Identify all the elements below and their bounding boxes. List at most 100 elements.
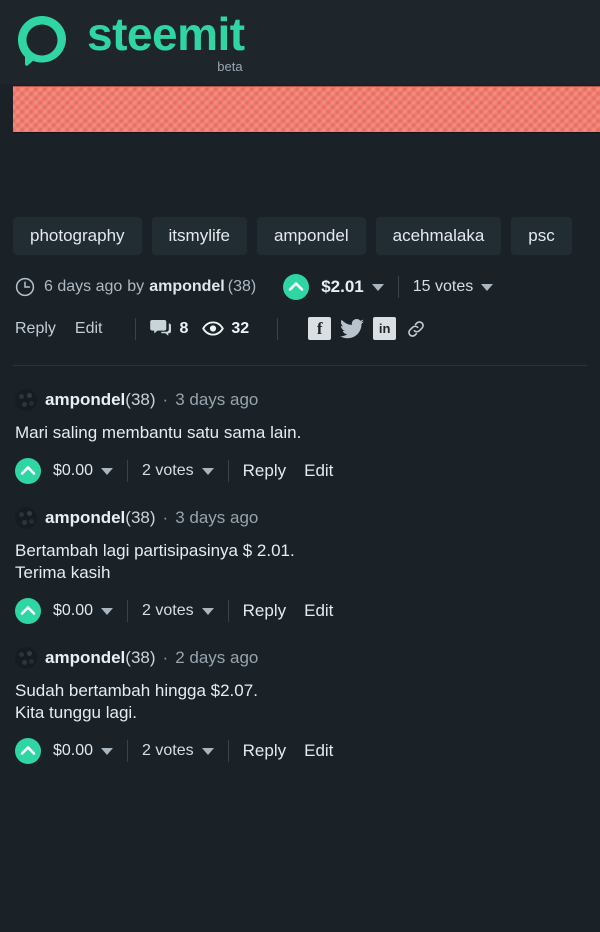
comment-header: ampondel (38) · 3 days ago	[15, 507, 600, 530]
comment-timestamp[interactable]: 3 days ago	[175, 390, 258, 410]
comment-timestamp[interactable]: 3 days ago	[175, 508, 258, 528]
chevron-down-icon[interactable]	[101, 607, 114, 615]
linkedin-icon[interactable]: in	[373, 317, 397, 340]
eye-icon	[202, 321, 225, 336]
comment-actions: Reply Edit	[243, 741, 334, 761]
post-cover-image	[13, 86, 600, 133]
post-upvote-button[interactable]	[283, 274, 310, 300]
comment-item: ampondel (38) · 3 days ago Bertambah lag…	[0, 484, 600, 625]
post-tag[interactable]: psc	[511, 217, 572, 255]
post-cover-wrapper	[0, 84, 600, 146]
action-separator	[277, 317, 279, 340]
app-header: steemit beta	[0, 0, 600, 84]
comment-header: ampondel (38) · 2 days ago	[15, 647, 600, 670]
comment-vote-count[interactable]: 2 votes	[142, 462, 194, 480]
brand-name: steemit	[87, 7, 245, 60]
comment-actions: Reply Edit	[243, 461, 334, 481]
post-tag[interactable]: itsmylife	[151, 217, 247, 255]
comment-separator: ·	[162, 508, 169, 528]
comment-footer-separator	[227, 600, 229, 623]
comment-line: Bertambah lagi partisipasinya $ 2.01.	[15, 541, 295, 561]
comment-body: Bertambah lagi partisipasinya $ 2.01. Te…	[15, 529, 600, 584]
comment-payout-value[interactable]: $0.00	[53, 462, 93, 480]
comment-author-reputation: (38)	[125, 390, 156, 409]
comment-payout-value[interactable]: $0.00	[53, 602, 93, 620]
brand-tagline: beta	[217, 58, 243, 74]
comment-upvote-button[interactable]	[15, 738, 41, 765]
comment-edit-button[interactable]: Edit	[304, 461, 333, 481]
comment-footer-separator	[127, 740, 129, 763]
post-author-name: ampondel	[149, 278, 225, 295]
chevron-down-icon[interactable]	[371, 283, 384, 291]
meta-separator	[397, 276, 399, 298]
clock-icon	[15, 277, 35, 297]
chevron-down-icon[interactable]	[201, 467, 214, 475]
comment-edit-button[interactable]: Edit	[304, 741, 333, 761]
post-view-count: 32	[231, 319, 250, 337]
facebook-icon[interactable]: f	[308, 317, 332, 340]
comment-actions: Reply Edit	[243, 601, 334, 621]
comment-author[interactable]: ampondel	[45, 390, 125, 410]
comment-footer: $0.00 2 votes Reply Edit	[15, 444, 600, 485]
comment-edit-button[interactable]: Edit	[304, 601, 333, 621]
steemit-logo-icon[interactable]	[13, 13, 71, 71]
post-tag[interactable]: acehmalaka	[375, 217, 502, 255]
comment-line: Mari saling membantu satu sama lain.	[15, 423, 302, 442]
comment-footer: $0.00 2 votes Reply Edit	[15, 724, 600, 765]
post-meta-row: 6 days ago by ampondel (38) $2.01 15 vot…	[0, 255, 600, 300]
post-timestamp[interactable]: 6 days ago	[44, 278, 122, 296]
post-by-label: by	[127, 278, 145, 295]
post-tag[interactable]: ampondel	[256, 217, 366, 255]
avatar-icon[interactable]	[15, 647, 37, 670]
comment-footer-separator	[127, 600, 129, 623]
comment-line: Kita tunggu lagi.	[15, 703, 137, 723]
post-action-row: Reply Edit 8 32 f in	[0, 300, 600, 340]
comment-reply-button[interactable]: Reply	[243, 461, 286, 481]
comment-body: Mari saling membantu satu sama lain.	[15, 411, 600, 444]
chevron-down-icon[interactable]	[101, 747, 114, 755]
link-icon[interactable]	[407, 320, 425, 338]
comment-reply-button[interactable]: Reply	[243, 601, 286, 621]
comment-line: Sudah bertambah hingga $2.07.	[15, 681, 258, 701]
post-tag[interactable]: photography	[13, 217, 142, 255]
comment-item: ampondel (38) · 3 days ago Mari saling m…	[0, 366, 600, 485]
comment-vote-count[interactable]: 2 votes	[142, 602, 194, 620]
comment-upvote-button[interactable]	[15, 458, 41, 485]
steemit-post-page: steemit beta photography itsmylife ampon…	[0, 0, 600, 932]
action-separator	[135, 317, 137, 340]
chevron-down-icon[interactable]	[481, 283, 494, 291]
comment-vote-count[interactable]: 2 votes	[142, 742, 194, 760]
comment-footer: $0.00 2 votes Reply Edit	[15, 584, 600, 625]
post-vote-count[interactable]: 15 votes	[413, 278, 473, 296]
chevron-down-icon[interactable]	[201, 607, 214, 615]
post-tag-list: photography itsmylife ampondel acehmalak…	[0, 146, 600, 255]
post-reply-button[interactable]: Reply	[15, 320, 56, 338]
comment-separator: ·	[162, 390, 169, 409]
comment-header: ampondel (38) · 3 days ago	[15, 389, 600, 411]
comment-upvote-button[interactable]	[15, 598, 41, 625]
brand-wordmark[interactable]: steemit beta	[87, 11, 245, 74]
post-comment-count: 8	[179, 319, 189, 337]
twitter-icon[interactable]	[340, 318, 365, 339]
chevron-down-icon[interactable]	[201, 747, 214, 755]
avatar-icon[interactable]	[15, 507, 37, 530]
comment-body: Sudah bertambah hingga $2.07. Kita tungg…	[15, 669, 600, 724]
comment-separator: ·	[162, 648, 169, 668]
comment-author-reputation: (38)	[125, 648, 156, 668]
comment-footer-separator	[127, 460, 129, 483]
post-author-reputation: (38)	[227, 278, 257, 295]
comment-reply-button[interactable]: Reply	[243, 741, 286, 761]
comment-author[interactable]: ampondel	[45, 508, 125, 528]
post-payout-value[interactable]: $2.01	[321, 277, 364, 297]
comment-bubble-icon[interactable]	[150, 319, 172, 338]
comment-author[interactable]: ampondel	[45, 648, 125, 668]
comment-timestamp[interactable]: 2 days ago	[175, 648, 258, 668]
comment-payout-value[interactable]: $0.00	[53, 742, 93, 760]
post-author[interactable]: ampondel	[149, 278, 225, 296]
comment-line: Terima kasih	[15, 563, 111, 583]
avatar-icon[interactable]	[15, 389, 37, 411]
comment-author-reputation: (38)	[125, 508, 156, 528]
chevron-down-icon[interactable]	[101, 467, 114, 475]
comment-footer-separator	[227, 460, 229, 483]
post-edit-button[interactable]: Edit	[75, 320, 103, 338]
